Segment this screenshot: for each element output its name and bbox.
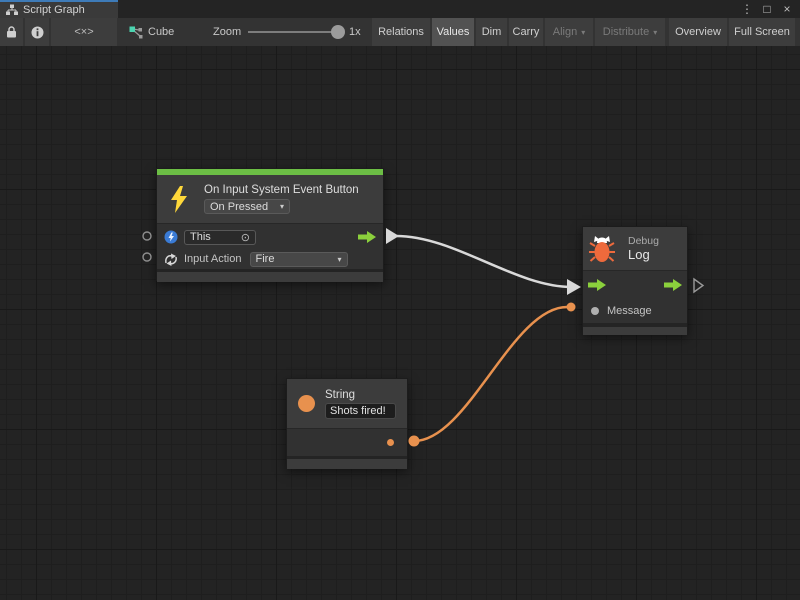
- debug-node-body: Message: [583, 270, 687, 323]
- window-controls: ⋮ □ ×: [739, 0, 800, 18]
- button-label: Carry: [513, 26, 540, 38]
- debug-node-name: Log: [628, 247, 659, 262]
- toolbar-button-values[interactable]: Values: [432, 18, 474, 46]
- dropdown-value: On Pressed: [210, 201, 268, 213]
- code-view-button[interactable]: <×>: [51, 18, 117, 46]
- button-label: Relations: [378, 26, 424, 38]
- toolbar-button-fullscreen[interactable]: Full Screen: [729, 18, 795, 46]
- node-footer: [287, 459, 407, 469]
- toolbar-button-carry[interactable]: Carry: [509, 18, 543, 46]
- node-on-input-system-event-button[interactable]: On Input System Event Button On Pressed …: [156, 168, 384, 281]
- zoom-slider-track[interactable]: [248, 31, 334, 33]
- button-label: Full Screen: [734, 26, 790, 38]
- graph-toolbar: <×> Cube Zoom 1x Relations Values Dim: [0, 18, 800, 46]
- this-gameobject-icon: [164, 230, 178, 244]
- node-debug-log[interactable]: Debug Log Message: [582, 226, 688, 334]
- flow-output-arrow-icon[interactable]: [358, 231, 376, 243]
- zoom-value: 1x: [349, 18, 361, 46]
- button-label: Values: [437, 26, 470, 38]
- chevron-down-icon: ▾: [337, 255, 341, 264]
- debug-bug-icon: [589, 233, 615, 264]
- button-label: Dim: [482, 26, 502, 38]
- message-input-port[interactable]: [591, 307, 599, 315]
- node-footer: [583, 327, 687, 335]
- info-icon: [31, 26, 44, 39]
- tab-title: Script Graph: [23, 4, 85, 16]
- flow-input-arrow-icon[interactable]: [588, 279, 606, 291]
- debug-node-header: Debug Log: [583, 227, 687, 270]
- toolbar-button-align[interactable]: Align ▾: [545, 18, 593, 46]
- toolbar-button-relations[interactable]: Relations: [372, 18, 430, 46]
- window-menu-icon[interactable]: ⋮: [739, 1, 755, 17]
- toolbar-button-overview[interactable]: Overview: [669, 18, 727, 46]
- event-node-header: On Input System Event Button On Pressed …: [157, 175, 383, 223]
- graph-target-label: Cube: [148, 26, 174, 38]
- this-target-field[interactable]: This ⊙: [184, 230, 256, 245]
- dropdown-value: Fire: [256, 253, 275, 265]
- info-button[interactable]: [25, 18, 49, 46]
- debug-node-category: Debug: [628, 235, 659, 247]
- wire-start-dot[interactable]: [409, 436, 420, 447]
- wire-end-dot[interactable]: [567, 303, 576, 312]
- debug-flow-out-port[interactable]: [694, 279, 703, 292]
- chevron-down-icon: ▾: [653, 28, 657, 37]
- event-action-port[interactable]: [143, 253, 151, 261]
- lock-icon: [6, 26, 17, 38]
- toolbar-button-dim[interactable]: Dim: [476, 18, 507, 46]
- code-view-icon: <×>: [74, 26, 93, 38]
- maximize-icon[interactable]: □: [759, 1, 775, 17]
- string-type-icon: [298, 395, 315, 412]
- control-flow-wire[interactable]: [396, 236, 572, 287]
- flow-wire-start-triangle[interactable]: [386, 228, 399, 244]
- graph-hierarchy-icon: [6, 4, 18, 16]
- input-action-icon: [164, 253, 178, 266]
- chevron-down-icon: ▾: [280, 202, 284, 211]
- input-action-dropdown[interactable]: Fire ▾: [250, 252, 348, 267]
- tab-strip: Script Graph ⋮ □ ×: [0, 0, 800, 18]
- close-icon[interactable]: ×: [779, 1, 795, 17]
- button-label: Distribute: [603, 26, 649, 38]
- script-graph-asset-icon: [129, 26, 143, 39]
- button-label: Overview: [675, 26, 721, 38]
- input-action-label: Input Action: [184, 253, 242, 265]
- string-data-wire[interactable]: [414, 307, 567, 441]
- chevron-down-icon: ▾: [581, 28, 585, 37]
- node-footer: [157, 272, 383, 282]
- graph-canvas[interactable]: On Input System Event Button On Pressed …: [0, 46, 800, 600]
- field-value: This: [190, 231, 211, 243]
- zoom-slider-handle[interactable]: [331, 25, 345, 39]
- flow-output-arrow-icon[interactable]: [664, 279, 682, 291]
- string-node-header: String Shots fired!: [287, 379, 407, 428]
- button-label: Align: [553, 26, 577, 38]
- message-label: Message: [607, 305, 652, 317]
- lightning-bolt-icon: [169, 186, 189, 213]
- lock-button[interactable]: [0, 18, 23, 46]
- object-picker-icon[interactable]: ⊙: [241, 231, 250, 244]
- string-node-title: String: [325, 389, 396, 401]
- event-trigger-port[interactable]: [143, 232, 151, 240]
- string-output-port[interactable]: [387, 439, 394, 446]
- graph-target[interactable]: Cube: [129, 18, 174, 46]
- event-node-title: On Input System Event Button: [204, 184, 359, 196]
- event-node-body: This ⊙ Input Action: [157, 223, 383, 269]
- tab-script-graph[interactable]: Script Graph: [0, 0, 118, 18]
- flow-wire-end-arrow: [567, 279, 581, 295]
- node-string-literal[interactable]: String Shots fired!: [286, 378, 408, 468]
- string-value-field[interactable]: Shots fired!: [325, 403, 396, 419]
- string-node-body: [287, 428, 407, 456]
- zoom-label: Zoom: [213, 18, 241, 46]
- field-value: Shots fired!: [330, 405, 386, 417]
- event-mode-dropdown[interactable]: On Pressed ▾: [204, 199, 290, 214]
- toolbar-button-distribute[interactable]: Distribute ▾: [595, 18, 665, 46]
- script-graph-window: Script Graph ⋮ □ × <×>: [0, 0, 800, 600]
